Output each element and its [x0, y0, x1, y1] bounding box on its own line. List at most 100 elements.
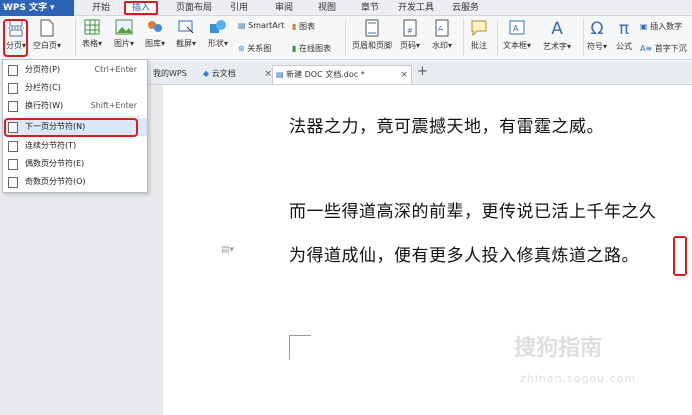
menu-item-shortcut: Ctrl+Enter	[94, 65, 137, 74]
close-icon[interactable]: ×	[400, 66, 408, 84]
watermark-button[interactable]: A 水印▾	[432, 19, 452, 51]
omega-icon: Ω	[590, 19, 604, 39]
insert-number-button[interactable]: ▣ 插入数字	[640, 21, 682, 32]
menu-start[interactable]: 开始	[92, 0, 110, 16]
wps-logo-menu[interactable]: WPS 文字 ▾	[0, 0, 74, 16]
wordart-label: 艺术字	[543, 42, 567, 51]
table-icon	[84, 19, 100, 35]
menu-developer[interactable]: 开发工具	[398, 0, 434, 16]
tab-my-wps-label: 我的WPS	[153, 69, 187, 78]
formula-button[interactable]: π 公式	[616, 19, 632, 52]
insert-number-label: 插入数字	[650, 22, 683, 31]
chart-icon: ▮	[292, 22, 297, 31]
online-chart-button[interactable]: ▮ 在线图表	[292, 43, 331, 54]
watermark-icon: A	[435, 19, 449, 37]
menu-item-highlight	[4, 118, 138, 137]
chart-button[interactable]: ▮ 图表	[292, 21, 315, 32]
textbox-label: 文本框	[503, 41, 527, 50]
tab-new-doc-label: 新建 DOC 文档.doc *	[286, 70, 365, 79]
odd-page-item-icon	[8, 177, 18, 188]
watermark-logo: 搜狗指南	[514, 336, 603, 361]
paragraph-layout-icon[interactable]: ▤▾	[221, 245, 234, 255]
relation-chart-button[interactable]: ⊛ 关系图	[238, 43, 271, 54]
smartart-icon: ▤	[238, 21, 246, 30]
header-footer-button[interactable]: 页眉和页脚	[352, 19, 392, 51]
close-icon[interactable]: ×	[264, 65, 272, 83]
screenshot-label: 截屏	[176, 39, 192, 48]
blank-page-button[interactable]: 空白页▾	[33, 19, 61, 51]
even-page-item-icon	[8, 159, 18, 170]
smartart-button[interactable]: ▤ SmartArt	[238, 21, 284, 30]
menu-view[interactable]: 视图	[318, 0, 336, 16]
gallery-label: 图库	[145, 39, 161, 48]
shapes-button[interactable]: 形状▾	[208, 19, 228, 49]
text-line[interactable]: 法器之力，竟可震撼天地，有雷霆之威。	[289, 112, 604, 137]
menu-bar: WPS 文字 ▾ 开始 插入 页面布局 引用 审阅 视图 章节 开发工具 云服务	[0, 0, 692, 16]
menu-item-column-break[interactable]: 分栏符(C)	[3, 79, 147, 97]
svg-text:A: A	[438, 25, 443, 33]
picture-icon	[115, 19, 133, 35]
textbox-icon: A	[509, 20, 525, 35]
menu-item-line-break[interactable]: 换行符(W) Shift+Enter	[3, 97, 147, 115]
cloud-icon: ◆	[203, 69, 210, 78]
logo-dropdown-icon: ▾	[50, 3, 55, 13]
ribbon: 分页▾ 空白页▾ 表格▾ 图片▾ 图库▾ 截屏▾ 形状▾ ▤ SmartArt …	[0, 16, 692, 60]
cursor-highlight	[673, 236, 687, 276]
svg-text:A: A	[513, 24, 519, 33]
table-button[interactable]: 表格▾	[82, 19, 102, 49]
watermark-label: 水印	[432, 41, 448, 50]
line-break-item-icon	[8, 101, 18, 112]
screenshot-button[interactable]: 截屏▾	[176, 19, 196, 49]
pi-icon: π	[618, 19, 630, 39]
menu-item-page-break[interactable]: 分页符(P) Ctrl+Enter	[3, 61, 147, 79]
insert-number-icon: ▣	[640, 22, 648, 31]
add-tab-icon[interactable]: +	[417, 64, 428, 79]
gallery-icon	[148, 21, 162, 32]
dropcap-label: 首字下沉	[654, 44, 687, 53]
menu-insert[interactable]: 插入	[124, 1, 159, 15]
blank-page-icon	[40, 19, 54, 37]
page-number-icon: #	[403, 19, 417, 37]
screenshot-icon	[178, 20, 194, 34]
menu-item-label: 分栏符(C)	[25, 83, 61, 92]
menu-chapter[interactable]: 章节	[361, 0, 379, 16]
tab-my-wps[interactable]: 我的WPS	[150, 65, 195, 84]
symbol-label: 符号	[587, 42, 603, 51]
menu-item-continuous-section[interactable]: 连续分节符(T)	[3, 137, 147, 155]
menu-references[interactable]: 引用	[230, 0, 248, 16]
comment-icon	[471, 20, 487, 37]
page-number-button[interactable]: # 页码▾	[400, 19, 420, 51]
tab-new-doc[interactable]: ▤ 新建 DOC 文档.doc * ×	[272, 65, 412, 84]
column-break-item-icon	[8, 83, 18, 94]
menu-page-layout[interactable]: 页面布局	[176, 0, 212, 16]
comment-button[interactable]: 批注	[471, 19, 487, 51]
menu-item-even-page-section[interactable]: 偶数页分节符(E)	[3, 155, 147, 173]
chart-label: 图表	[298, 22, 315, 31]
gallery-button[interactable]: 图库▾	[145, 19, 165, 49]
text-line[interactable]: 而一些得道高深的前辈，更传说已活上千年之久	[289, 197, 657, 222]
page-break-item-icon	[8, 65, 18, 76]
ribbon-separator	[463, 20, 464, 56]
continuous-section-item-icon	[8, 141, 18, 152]
menu-separator	[23, 116, 143, 117]
comment-label: 批注	[471, 41, 487, 50]
picture-label: 图片	[114, 39, 130, 48]
tab-cloud-docs[interactable]: ◆ 云文档 ×	[200, 65, 272, 84]
menu-item-label: 奇数页分节符(O)	[25, 177, 86, 186]
header-footer-icon	[365, 19, 379, 37]
table-label: 表格	[82, 39, 98, 48]
dropcap-button[interactable]: A≡ 首字下沉	[640, 43, 687, 54]
picture-button[interactable]: 图片▾	[114, 19, 134, 49]
menu-review[interactable]: 审阅	[275, 0, 293, 16]
dropcap-icon: A≡	[640, 44, 653, 53]
watermark-url: zhinan.sogou.com	[520, 372, 637, 385]
svg-text:#: #	[407, 27, 413, 35]
document-page[interactable]: 法器之力，竟可震撼天地，有雷霆之威。 而一些得道高深的前辈，更传说已活上千年之久…	[163, 85, 692, 415]
menu-cloud[interactable]: 云服务	[452, 0, 479, 16]
menu-item-odd-page-section[interactable]: 奇数页分节符(O)	[3, 173, 147, 191]
text-line[interactable]: 为得道成仙，便有更多人投入修真炼道之路。	[289, 241, 639, 266]
textbox-button[interactable]: A 文本框▾	[503, 19, 531, 51]
wordart-button[interactable]: A 艺术字▾	[543, 19, 571, 52]
online-chart-icon: ▮	[292, 44, 297, 53]
symbol-button[interactable]: Ω 符号▾	[587, 19, 607, 52]
